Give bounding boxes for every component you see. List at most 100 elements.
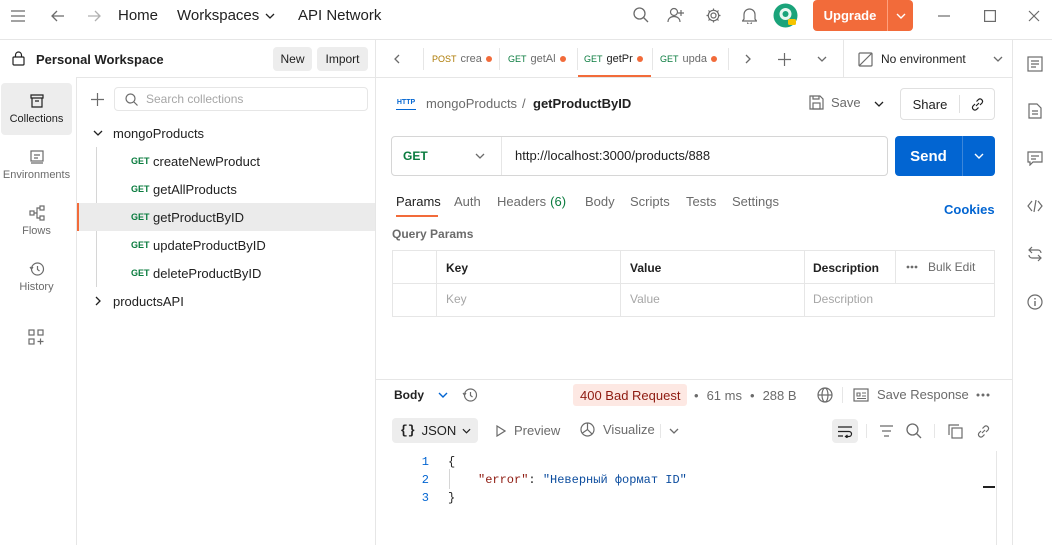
method-select[interactable]: GET [392, 137, 502, 175]
save-options-chevron-icon[interactable] [869, 94, 889, 114]
response-body-code[interactable]: { "error": "Неверный формат ID" } [448, 453, 687, 507]
upgrade-label: Upgrade [823, 8, 877, 23]
tab-params[interactable]: Params [396, 194, 441, 209]
link-icon[interactable] [973, 421, 993, 441]
save-button[interactable]: Save [809, 95, 861, 110]
response-history-icon[interactable] [460, 385, 480, 405]
copy-icon[interactable] [945, 421, 965, 441]
new-button[interactable]: New [273, 47, 312, 71]
code-scrollbar-track[interactable] [996, 451, 997, 545]
globe-network-icon[interactable] [815, 385, 835, 405]
notifications-bell-icon[interactable] [739, 5, 759, 25]
request-tab-active[interactable]: GET getPr [584, 40, 650, 77]
send-options-chevron-icon[interactable] [963, 153, 995, 159]
settings-gear-icon[interactable] [703, 5, 723, 25]
tab-tests[interactable]: Tests [686, 194, 716, 209]
tab-label: crea [460, 52, 482, 65]
rail-history[interactable]: History [1, 251, 72, 303]
method-label: GET [131, 268, 150, 278]
filter-icon[interactable] [876, 421, 896, 441]
rail-label: Environments [2, 169, 71, 181]
minimize-icon[interactable] [934, 6, 954, 26]
request-name: getAllProducts [153, 181, 237, 197]
chevron-right-icon[interactable] [738, 49, 758, 69]
tabs-menu-chevron-icon[interactable] [812, 49, 832, 69]
code-icon[interactable] [1025, 196, 1045, 216]
new-tab-plus-icon[interactable] [774, 49, 794, 69]
rail-collections[interactable]: Collections [1, 83, 72, 135]
forward-arrow-icon[interactable] [84, 6, 104, 26]
request-item-selected[interactable]: GET getProductByID [77, 203, 375, 231]
share-button[interactable]: Share [901, 97, 959, 112]
documentation-icon[interactable] [1025, 101, 1045, 121]
home-link[interactable]: Home [118, 0, 158, 31]
tab-settings[interactable]: Settings [732, 194, 779, 209]
add-workspace-element-icon[interactable] [26, 327, 46, 347]
cookies-link[interactable]: Cookies [944, 202, 995, 217]
status-badge[interactable]: 400 Bad Request [573, 384, 688, 406]
rail-flows[interactable]: Flows [1, 195, 72, 247]
upgrade-button[interactable]: Upgrade [813, 0, 913, 31]
rail-environments[interactable]: Environments [1, 139, 72, 191]
add-collection-icon[interactable] [87, 89, 107, 109]
method-value: GET [403, 149, 428, 163]
bulk-edit-button[interactable]: Bulk Edit [906, 260, 975, 274]
wrap-lines-icon[interactable] [832, 419, 858, 443]
import-button[interactable]: Import [317, 47, 368, 71]
workspaces-menu[interactable]: Workspaces [177, 0, 275, 31]
request-title[interactable]: getProductByID [533, 96, 631, 111]
tab-separator [728, 48, 729, 70]
format-selector[interactable]: {} JSON [392, 418, 478, 443]
related-collections-icon[interactable] [1025, 244, 1045, 264]
search-icon[interactable] [904, 421, 924, 441]
maximize-icon[interactable] [980, 6, 1000, 26]
code-line-2: "error": "Неверный формат ID" [448, 471, 687, 489]
search-icon[interactable] [631, 5, 651, 25]
request-item[interactable]: GET updateProductByID [77, 231, 375, 259]
api-network-link[interactable]: API Network [298, 0, 381, 31]
breadcrumb-collection[interactable]: mongoProducts [426, 96, 517, 111]
tab-separator [499, 48, 500, 70]
save-response-button[interactable]: Save Response [853, 387, 969, 402]
visualize-button[interactable]: Visualize [580, 422, 655, 437]
copy-link-icon[interactable] [960, 97, 994, 112]
comments-icon[interactable] [1025, 148, 1045, 168]
response-time-value: 61 ms [706, 388, 742, 403]
param-description-input[interactable]: Description [813, 292, 873, 306]
chevron-left-icon[interactable] [387, 49, 407, 69]
collection-mongoProducts[interactable]: mongoProducts [77, 119, 375, 147]
breadcrumb-separator: / [522, 96, 526, 111]
close-icon[interactable] [1024, 6, 1044, 26]
request-tab[interactable]: GET getAl [508, 40, 574, 77]
tab-headers[interactable]: Headers (6) [497, 194, 566, 209]
search-collections-input[interactable]: Search collections [114, 87, 368, 111]
tab-scripts[interactable]: Scripts [630, 194, 670, 209]
invite-user-icon[interactable] [666, 5, 686, 25]
menu-icon[interactable] [8, 6, 28, 26]
more-options-icon[interactable] [973, 385, 993, 405]
send-button[interactable]: Send [895, 148, 962, 165]
request-item[interactable]: GET createNewProduct [77, 147, 375, 175]
info-icon[interactable] [1025, 292, 1045, 312]
environment-selector[interactable]: No environment [858, 49, 1003, 69]
request-item[interactable]: GET deleteProductByID [77, 259, 375, 287]
param-value-input[interactable]: Value [630, 292, 660, 306]
tab-body[interactable]: Body [585, 194, 615, 209]
chevron-down-icon[interactable] [888, 13, 913, 19]
request-item[interactable]: GET getAllProducts [77, 175, 375, 203]
preview-button[interactable]: Preview [496, 423, 560, 438]
avatar[interactable] [773, 3, 798, 28]
request-tab[interactable]: POST crea [432, 40, 496, 77]
param-key-input[interactable]: Key [446, 292, 467, 306]
request-tab[interactable]: GET upda [660, 40, 726, 77]
tab-auth[interactable]: Auth [454, 194, 481, 209]
url-input[interactable]: http://localhost:3000/products/888 [515, 148, 710, 163]
response-time[interactable]: • 61 ms [694, 388, 742, 403]
collection-productsAPI[interactable]: productsAPI [77, 287, 375, 315]
back-arrow-icon[interactable] [48, 6, 68, 26]
response-body-selector[interactable]: Body [394, 388, 448, 402]
save-response-label: Save Response [877, 387, 969, 402]
response-size[interactable]: • 288 B [750, 388, 797, 403]
comments-list-icon[interactable] [1025, 54, 1045, 74]
visualize-options-chevron-icon[interactable] [664, 421, 684, 441]
